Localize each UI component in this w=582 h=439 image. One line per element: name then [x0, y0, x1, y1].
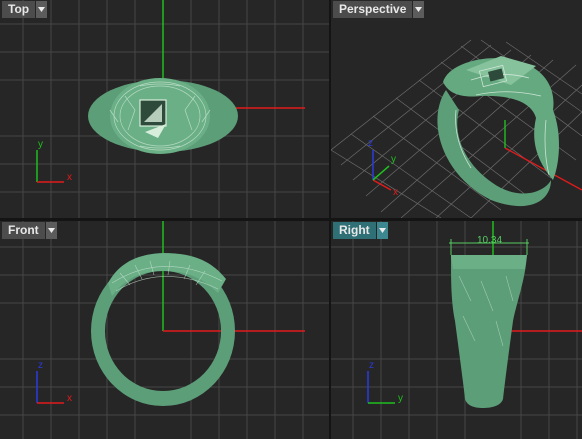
- axis-label-x: x: [67, 393, 72, 404]
- axis-label-y: y: [391, 154, 396, 165]
- viewport-title-perspective[interactable]: Perspective: [333, 1, 425, 18]
- viewport-label-front[interactable]: Front: [2, 222, 45, 239]
- viewport-label-perspective[interactable]: Perspective: [333, 1, 413, 18]
- viewport-label-right[interactable]: Right: [333, 222, 376, 239]
- viewport-label-top[interactable]: Top: [2, 1, 36, 18]
- triangle-down-icon[interactable]: [413, 1, 425, 18]
- axis-triad-right: [367, 371, 395, 404]
- axis-label-z: z: [369, 360, 374, 371]
- axis-triad-top: [36, 150, 64, 183]
- axis-label-z: z: [368, 138, 373, 149]
- viewport-title-top[interactable]: Top: [2, 1, 48, 18]
- triangle-down-icon[interactable]: [376, 222, 388, 239]
- axis-triad-perspective: [372, 150, 392, 191]
- triangle-down-icon[interactable]: [36, 1, 48, 18]
- viewport-perspective[interactable]: z y x Perspective: [331, 0, 582, 218]
- viewport-top[interactable]: y x Top: [0, 0, 329, 218]
- viewport-title-front[interactable]: Front: [2, 222, 57, 239]
- triangle-down-icon[interactable]: [45, 222, 57, 239]
- axis-label-y: y: [398, 393, 403, 404]
- axis-label-y: y: [38, 139, 43, 150]
- viewport-title-right[interactable]: Right: [333, 222, 388, 239]
- viewport-right[interactable]: 10.34 z y Right: [331, 221, 582, 439]
- axis-label-x: x: [393, 187, 398, 198]
- viewport-front[interactable]: z x Front: [0, 221, 329, 439]
- axis-triad-front: [36, 371, 64, 404]
- axis-label-x: x: [67, 172, 72, 183]
- axis-label-z: z: [38, 360, 43, 371]
